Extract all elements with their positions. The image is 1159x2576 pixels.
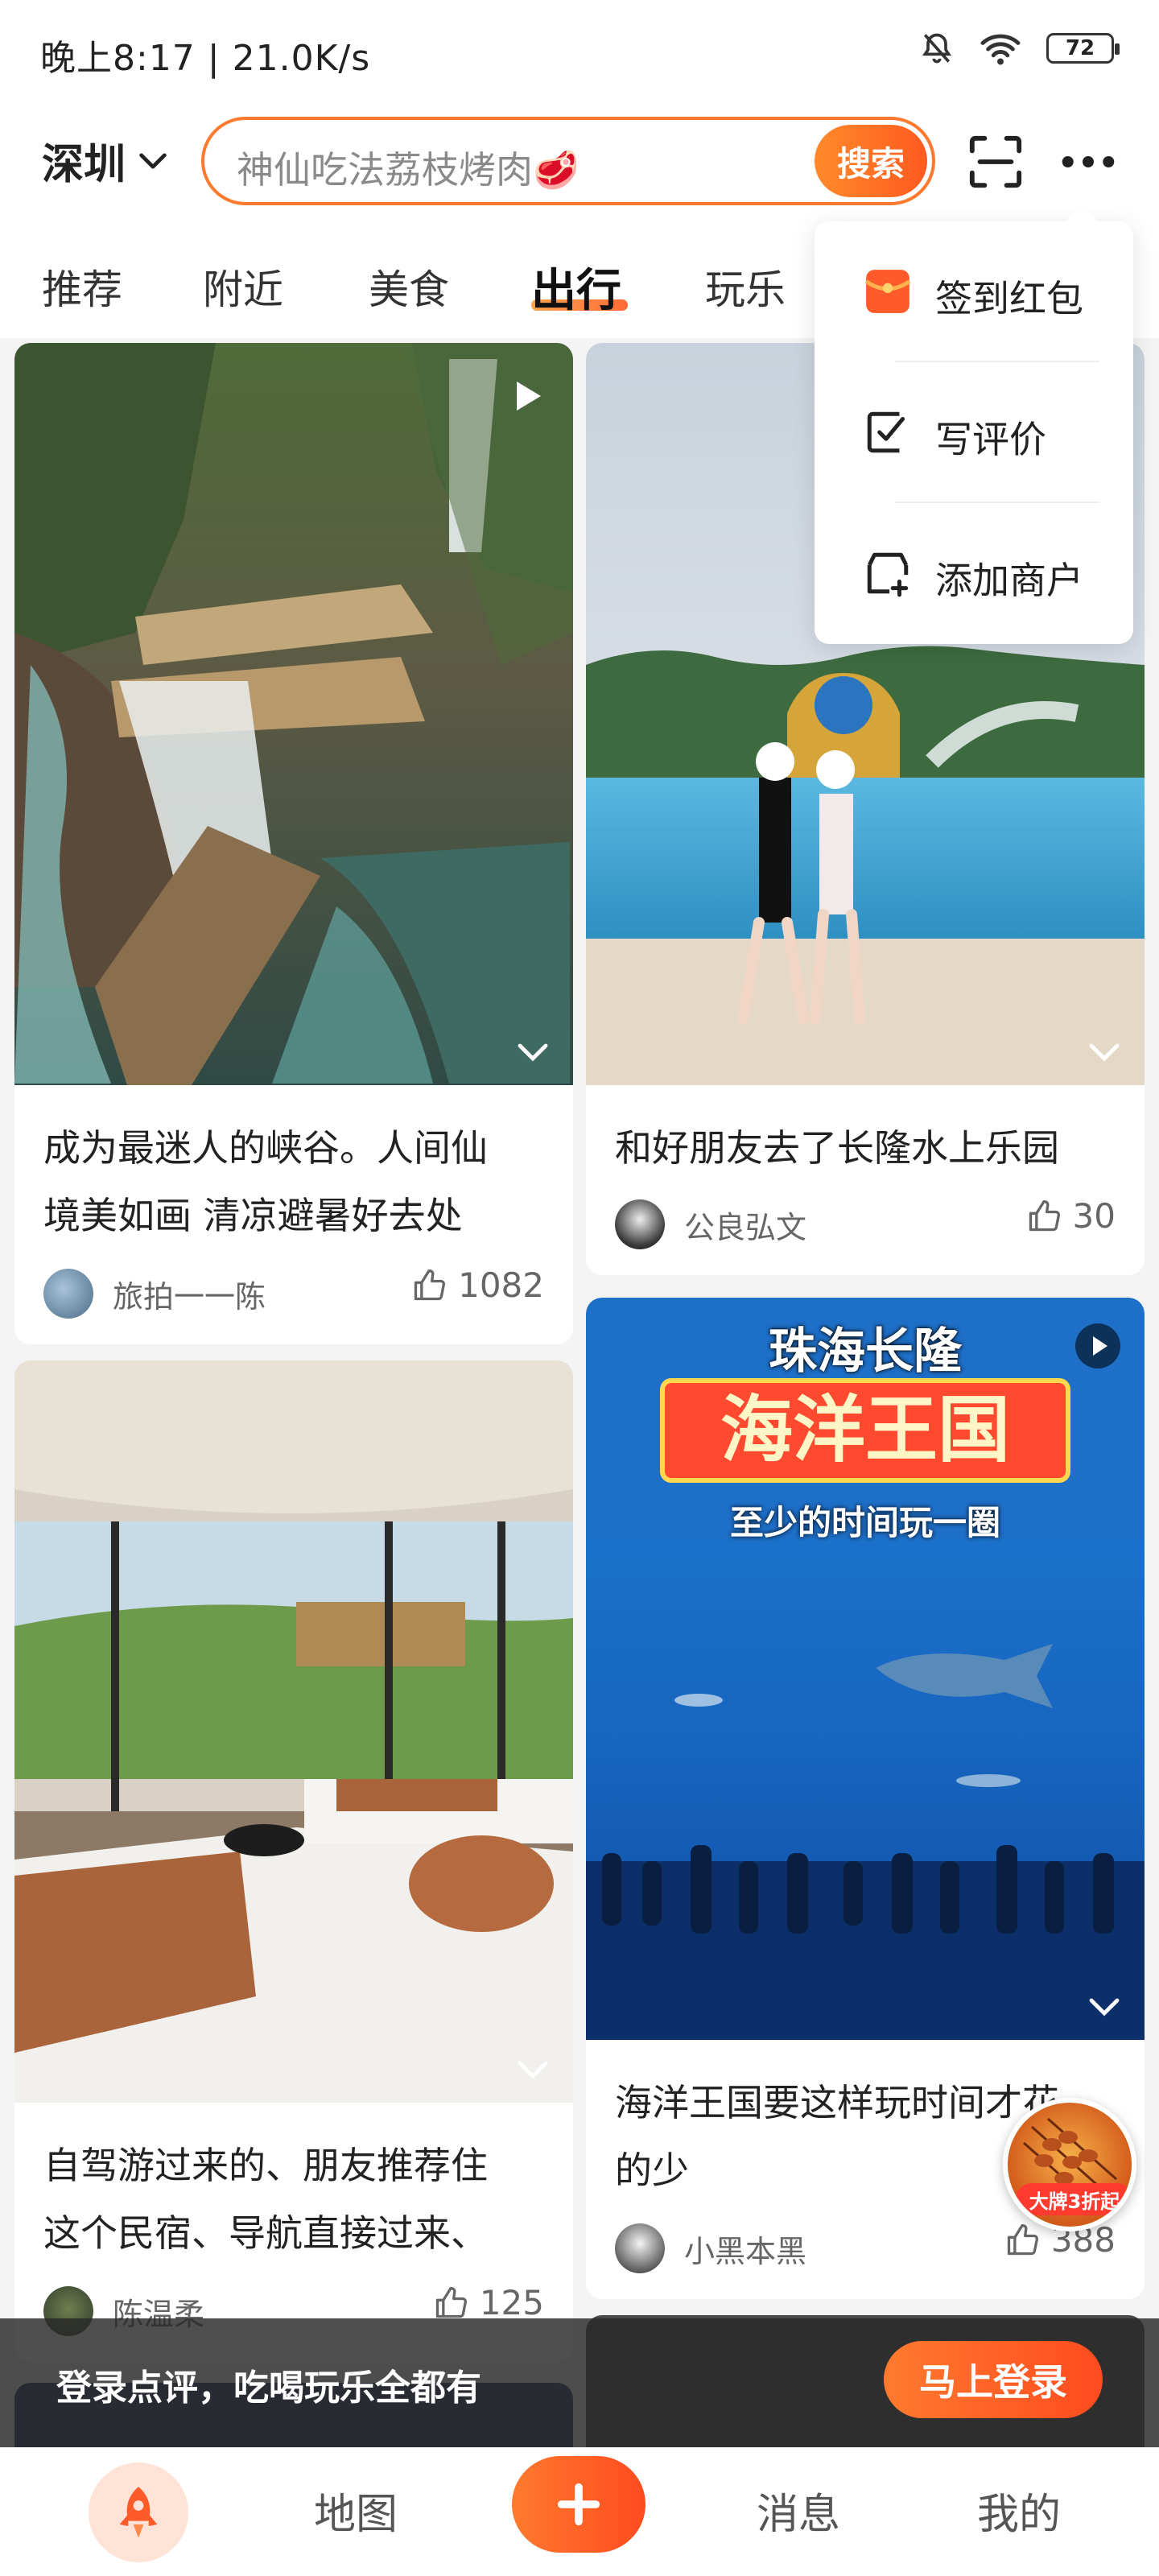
thumbs-up-icon: [1029, 1199, 1060, 1231]
menu-item-write-review[interactable]: 写评价: [815, 362, 1133, 502]
tab-recommend[interactable]: 推荐: [42, 258, 122, 316]
mute-bell-icon: [922, 33, 952, 64]
avatar: [615, 1199, 665, 1249]
tab-nearby[interactable]: 附近: [203, 258, 283, 316]
card-author[interactable]: 公良弘文: [615, 1199, 806, 1249]
feed: 成为最迷人的峡谷。人间仙 境美如画 清凉避暑好去处 旅拍一一陈 1082 和好朋…: [0, 338, 1159, 2447]
tab-food[interactable]: 美食: [369, 258, 449, 316]
overlay-main: 海洋王国: [660, 1378, 1070, 1483]
plus-icon: [557, 2483, 600, 2526]
card-image: 珠海长隆 海洋王国 至少的时间玩一圈: [586, 1298, 1145, 2040]
nav-messages[interactable]: 消息: [757, 2480, 840, 2541]
login-banner: 登录点评，吃喝玩乐全都有 马上登录: [0, 2318, 1159, 2447]
login-button[interactable]: 马上登录: [884, 2341, 1103, 2418]
wifi-icon: [980, 34, 1021, 65]
chevron-down-icon[interactable]: [517, 1040, 549, 1064]
city-label: 深圳: [42, 141, 126, 189]
nav-profile[interactable]: 我的: [977, 2480, 1061, 2541]
floating-ad[interactable]: 大牌3折起: [1003, 2098, 1136, 2231]
author-name: 小黑本黑: [684, 2233, 807, 2269]
chevron-down-icon: [139, 152, 167, 169]
feed-card[interactable]: 自驾游过来的、朋友推荐住 这个民宿、导航直接过来、 陈温柔 125: [14, 1360, 573, 2362]
card-title-line2: 的少: [615, 2149, 689, 2192]
card-title-line1: 和好朋友去了长隆水上乐园: [615, 1126, 1059, 1170]
bottom-nav: 地图 消息 我的: [0, 2447, 1159, 2576]
like-button[interactable]: 125: [433, 2283, 544, 2322]
video-play-icon: [517, 382, 541, 411]
more-menu-popup: 签到红包 写评价 添加商户: [815, 205, 1133, 644]
canyon-photo: [14, 343, 573, 1085]
avatar: [43, 1269, 93, 1319]
more-icon[interactable]: [1056, 134, 1120, 190]
thumbs-up-icon: [1007, 2223, 1038, 2255]
nav-map[interactable]: 地图: [314, 2480, 398, 2541]
tab-entertainment[interactable]: 玩乐: [705, 258, 786, 316]
add-merchant-icon: [867, 552, 909, 597]
nav-add-button[interactable]: [512, 2456, 645, 2553]
status-text: 晚上8:17 | 21.0K/s: [40, 38, 371, 79]
red-envelope-icon: [864, 270, 911, 313]
thumbs-up-icon: [414, 1269, 446, 1300]
card-title-line2: 境美如画 清凉避暑好去处: [43, 1194, 463, 1237]
author-name: 旅拍一一陈: [113, 1278, 266, 1315]
menu-label: 签到红包: [935, 277, 1083, 320]
tent-photo: [14, 1360, 573, 2103]
chevron-down-icon[interactable]: [1088, 1995, 1120, 2019]
chevron-down-icon[interactable]: [517, 2058, 549, 2082]
like-button[interactable]: 30: [1026, 1196, 1116, 1236]
header: 深圳 神仙吃法荔枝烤肉🥩 搜索: [0, 105, 1159, 217]
write-review-icon: [867, 411, 905, 453]
rocket-icon: [119, 2487, 158, 2538]
like-count: 1082: [458, 1265, 544, 1305]
card-title-line2: 这个民宿、导航直接过来、: [43, 2211, 488, 2255]
chevron-down-icon[interactable]: [1088, 1040, 1120, 1064]
card-title-line1: 自驾游过来的、朋友推荐住: [43, 2144, 488, 2187]
card-title-line1: 成为最迷人的峡谷。人间仙: [43, 1126, 488, 1170]
author-name: 公良弘文: [684, 1209, 807, 1245]
card-author[interactable]: 旅拍一一陈: [43, 1269, 266, 1319]
ad-label: 大牌3折起: [1016, 2183, 1132, 2215]
battery-level: 72: [1065, 36, 1095, 60]
scan-icon[interactable]: [967, 134, 1024, 190]
card-image: [14, 343, 573, 1085]
tab-travel[interactable]: 出行: [531, 254, 621, 320]
status-bar: 晚上8:17 | 21.0K/s 72: [0, 0, 1159, 105]
menu-label: 写评价: [935, 418, 1046, 461]
like-count: 125: [479, 2283, 544, 2322]
menu-label: 添加商户: [935, 559, 1083, 602]
avatar: [615, 2223, 665, 2273]
menu-item-checkin-redpacket[interactable]: 签到红包: [815, 221, 1133, 361]
like-button[interactable]: 1082: [411, 1265, 544, 1305]
search-placeholder: 神仙吃法荔枝烤肉🥩: [237, 148, 580, 192]
overlay-sub: 至少的时间玩一圈: [729, 1503, 1000, 1542]
menu-item-add-merchant[interactable]: 添加商户: [815, 503, 1133, 643]
like-count: 30: [1072, 1196, 1116, 1236]
search-button[interactable]: 搜索: [815, 125, 927, 197]
video-play-icon: [1075, 1323, 1120, 1368]
city-selector[interactable]: 深圳: [42, 130, 167, 191]
card-title-line1: 海洋王国要这样玩时间才花: [615, 2081, 1059, 2124]
battery-icon: 72: [1046, 33, 1120, 64]
nav-home[interactable]: [89, 2462, 188, 2562]
status-icons: 72: [919, 31, 1120, 66]
feed-card[interactable]: 成为最迷人的峡谷。人间仙 境美如画 清凉避暑好去处 旅拍一一陈 1082: [14, 343, 573, 1344]
login-prompt: 登录点评，吃喝玩乐全都有: [56, 2368, 481, 2409]
overlay-top: 珠海长隆: [769, 1323, 962, 1380]
card-image: [14, 1360, 573, 2103]
search-input[interactable]: 神仙吃法荔枝烤肉🥩 搜索: [201, 117, 935, 205]
thumbs-up-icon: [435, 2286, 467, 2318]
card-author[interactable]: 小黑本黑: [615, 2223, 806, 2273]
